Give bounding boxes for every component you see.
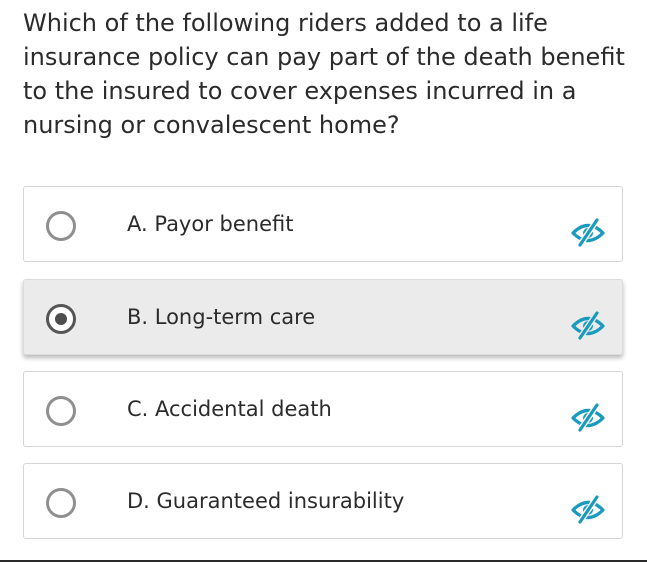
eye-slash-icon[interactable] — [568, 402, 608, 434]
eye-slash-icon[interactable] — [568, 217, 608, 249]
quiz-question-screen: Which of the following riders added to a… — [0, 0, 647, 562]
eye-slash-icon[interactable] — [568, 310, 608, 342]
radio-icon[interactable] — [46, 488, 76, 518]
answer-option-label: D. Guaranteed insurability — [127, 489, 405, 513]
radio-icon[interactable] — [46, 396, 76, 426]
radio-selected-dot — [55, 313, 67, 325]
question-text: Which of the following riders added to a… — [23, 9, 625, 139]
answer-option-a[interactable]: A. Payor benefit — [23, 186, 623, 262]
answer-option-d[interactable]: D. Guaranteed insurability — [23, 463, 623, 539]
answer-option-label: C. Accidental death — [127, 397, 332, 421]
answer-option-c[interactable]: C. Accidental death — [23, 371, 623, 447]
answer-option-label: B. Long-term care — [127, 305, 316, 329]
answer-option-label: A. Payor benefit — [127, 212, 294, 236]
eye-slash-icon[interactable] — [568, 494, 608, 526]
radio-icon[interactable] — [46, 211, 76, 241]
radio-icon[interactable] — [46, 304, 76, 334]
answer-option-b[interactable]: B. Long-term care — [23, 279, 623, 355]
